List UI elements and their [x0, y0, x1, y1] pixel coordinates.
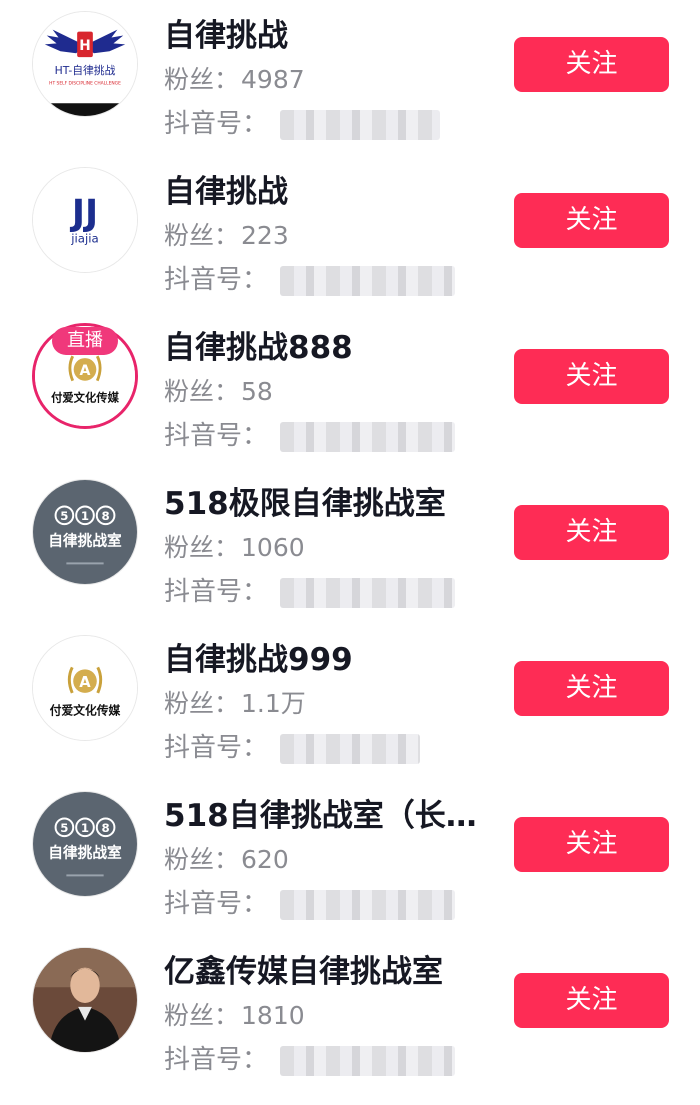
douyin-id-blurred [280, 266, 455, 296]
svg-text:HT-自律挑战: HT-自律挑战 [55, 64, 116, 77]
svg-text:HT SELF DISCIPLINE CHALLENGE: HT SELF DISCIPLINE CHALLENGE [49, 81, 121, 87]
svg-text:jiajia: jiajia [70, 232, 99, 246]
douyin-id-label: 抖音号： [164, 109, 269, 139]
svg-text:A: A [80, 363, 91, 379]
follow-button[interactable]: 关注 [514, 973, 669, 1028]
douyin-id-blurred [280, 734, 420, 764]
user-row[interactable]: 5 1 8 自律挑战室 518自律挑战室（长… 粉丝：620 抖音号： 关注 [0, 780, 700, 936]
fans-count: 粉丝：1.1万 [164, 689, 306, 718]
fans-count: 粉丝：1810 [164, 1001, 305, 1030]
douyin-id-label: 抖音号： [164, 1045, 269, 1075]
svg-text:自律挑战室: 自律挑战室 [48, 532, 122, 550]
fans-count: 粉丝：4987 [164, 65, 305, 94]
user-name[interactable]: 518自律挑战室（长… [164, 796, 477, 836]
svg-text:付爱文化传媒: 付爱文化传媒 [51, 390, 120, 404]
svg-text:JJ: JJ [70, 193, 98, 234]
svg-text:5: 5 [60, 821, 68, 835]
svg-text:A: A [79, 674, 91, 691]
douyin-id-label: 抖音号： [164, 733, 269, 763]
user-row[interactable]: H HT-自律挑战 HT SELF DISCIPLINE CHALLENGE 自… [0, 0, 700, 156]
user-name[interactable]: 自律挑战888 [164, 328, 353, 368]
douyin-id-blurred [280, 1046, 455, 1076]
fans-count: 粉丝：620 [164, 845, 289, 874]
douyin-id-label: 抖音号： [164, 421, 269, 451]
avatar[interactable]: H HT-自律挑战 HT SELF DISCIPLINE CHALLENGE [32, 11, 138, 117]
avatar[interactable]: JJ jiajia [32, 167, 138, 273]
svg-text:付爱文化传媒: 付爱文化传媒 [50, 703, 121, 717]
user-row[interactable]: A 付爱文化传媒 自律挑战999 粉丝：1.1万 抖音号： 关注 [0, 624, 700, 780]
avatar[interactable]: A 付爱文化传媒 [32, 635, 138, 741]
user-row[interactable]: JJ jiajia 自律挑战 粉丝：223 抖音号： 关注 [0, 156, 700, 312]
jj-logo-icon: JJ jiajia [33, 168, 137, 272]
svg-text:8: 8 [102, 821, 110, 835]
user-row[interactable]: 5 1 8 自律挑战室 518极限自律挑战室 粉丝：1060 抖音号： 关注 [0, 468, 700, 624]
user-name[interactable]: 亿鑫传媒自律挑战室 [164, 952, 443, 992]
follow-button[interactable]: 关注 [514, 505, 669, 560]
douyin-id-label: 抖音号： [164, 577, 269, 607]
douyin-id-blurred [280, 890, 455, 920]
user-name[interactable]: 518极限自律挑战室 [164, 484, 446, 524]
follow-button[interactable]: 关注 [514, 349, 669, 404]
user-name[interactable]: 自律挑战 [164, 172, 288, 212]
follow-button[interactable]: 关注 [514, 661, 669, 716]
fans-count: 粉丝：223 [164, 221, 289, 250]
user-name[interactable]: 自律挑战999 [164, 640, 353, 680]
live-badge: 直播 [52, 327, 118, 355]
follow-button[interactable]: 关注 [514, 193, 669, 248]
follow-button[interactable]: 关注 [514, 817, 669, 872]
fans-count: 粉丝：1060 [164, 533, 305, 562]
svg-text:自律挑战室: 自律挑战室 [48, 844, 122, 862]
svg-text:5: 5 [60, 509, 68, 523]
avatar[interactable]: 5 1 8 自律挑战室 [32, 479, 138, 585]
gold-laurel-logo-icon: A 付爱文化传媒 [33, 636, 137, 740]
user-row[interactable]: 直播 A 付爱文化传媒 自律挑战888 粉丝：58 抖音号： 关注 [0, 312, 700, 468]
douyin-id-blurred [280, 422, 455, 452]
follow-button[interactable]: 关注 [514, 37, 669, 92]
svg-text:1: 1 [81, 821, 89, 835]
douyin-id-blurred [280, 578, 455, 608]
ht-wings-logo-icon: H HT-自律挑战 HT SELF DISCIPLINE CHALLENGE [33, 12, 137, 116]
user-name[interactable]: 自律挑战 [164, 16, 288, 56]
svg-text:1: 1 [81, 509, 89, 523]
user-search-results: H HT-自律挑战 HT SELF DISCIPLINE CHALLENGE 自… [0, 0, 700, 1105]
fans-count: 粉丝：58 [164, 377, 273, 406]
svg-text:8: 8 [102, 509, 110, 523]
douyin-id-label: 抖音号： [164, 265, 269, 295]
douyin-id-blurred [280, 110, 440, 140]
person-photo-icon [33, 948, 137, 1052]
518-logo-icon: 5 1 8 自律挑战室 [33, 480, 137, 584]
user-row[interactable]: 亿鑫传媒自律挑战室 粉丝：1810 抖音号： 关注 [0, 936, 700, 1092]
douyin-id-label: 抖音号： [164, 889, 269, 919]
avatar[interactable]: 5 1 8 自律挑战室 [32, 791, 138, 897]
svg-text:H: H [79, 38, 90, 54]
518-logo-icon: 5 1 8 自律挑战室 [33, 792, 137, 896]
avatar[interactable] [32, 947, 138, 1053]
